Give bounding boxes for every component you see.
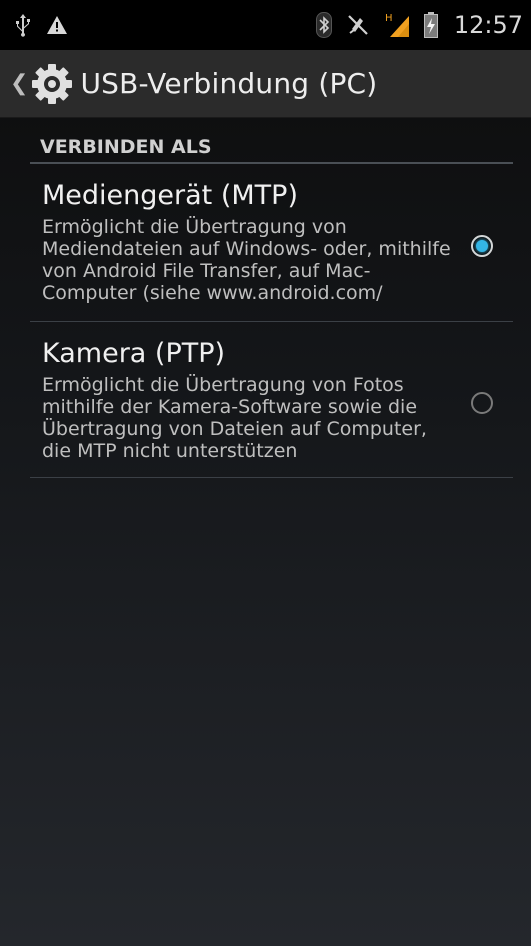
option-title: Kamera (PTP) bbox=[42, 338, 226, 369]
section-header: VERBINDEN ALS bbox=[30, 118, 513, 164]
option-title: Mediengerät (MTP) bbox=[42, 180, 298, 211]
radio-button-ptp[interactable] bbox=[471, 391, 493, 414]
preference-list: VERBINDEN ALS Mediengerät (MTP) Ermöglic… bbox=[0, 118, 531, 478]
bluetooth-icon bbox=[315, 12, 332, 38]
status-right-icons: H 12:57 bbox=[315, 11, 523, 39]
svg-text:H: H bbox=[385, 13, 393, 24]
option-summary: Ermöglicht die Übertragung von Mediendat… bbox=[42, 216, 451, 304]
radio-button-mtp[interactable] bbox=[471, 234, 493, 257]
option-ptp[interactable]: Kamera (PTP) Ermöglicht die Übertragung … bbox=[30, 322, 513, 478]
page-title: USB-Verbindung (PC) bbox=[80, 67, 378, 100]
signal-icon: H bbox=[384, 12, 410, 38]
usb-icon bbox=[14, 13, 32, 37]
warning-icon bbox=[46, 15, 68, 35]
option-mtp[interactable]: Mediengerät (MTP) Ermöglicht die Übertra… bbox=[30, 164, 513, 322]
option-summary: Ermöglicht die Übertragung von Fotos mit… bbox=[42, 374, 427, 462]
status-left-icons bbox=[14, 13, 68, 37]
settings-gear-icon[interactable] bbox=[30, 62, 74, 106]
status-time: 12:57 bbox=[453, 11, 523, 39]
option-ptp-text: Kamera (PTP) Ermöglicht die Übertragung … bbox=[42, 336, 451, 462]
back-caret-icon[interactable]: ❮ bbox=[10, 72, 28, 95]
silent-mode-icon bbox=[346, 13, 370, 37]
radio-wrap-ptp bbox=[451, 391, 513, 414]
status-bar: H 12:57 bbox=[0, 0, 531, 50]
action-bar: ❮ USB-Verbindung (PC) bbox=[0, 50, 531, 118]
option-mtp-text: Mediengerät (MTP) Ermöglicht die Übertra… bbox=[42, 178, 451, 304]
battery-charging-icon bbox=[423, 12, 438, 38]
radio-wrap-mtp bbox=[451, 234, 513, 257]
